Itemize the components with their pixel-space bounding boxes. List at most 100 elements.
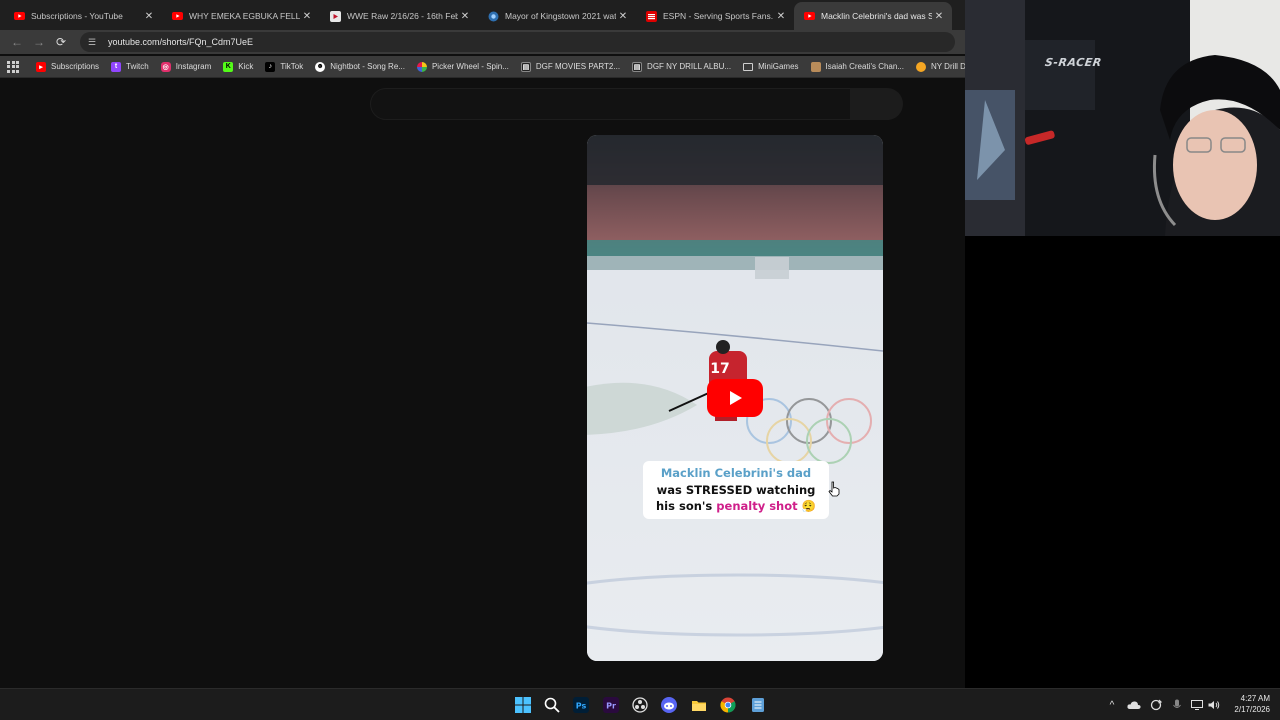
- bookmark-label: Subscriptions: [51, 62, 100, 71]
- bookmark-label: TikTok: [280, 62, 304, 71]
- tab-title: ESPN - Serving Sports Fans. An: [663, 11, 774, 21]
- notepad-icon[interactable]: [748, 695, 768, 715]
- bookmark-dgf-drill[interactable]: ▤ DGF NY DRILL ALBU...: [632, 61, 732, 72]
- close-icon[interactable]: ✕: [932, 11, 946, 22]
- tab-emeka[interactable]: WHY EMEKA EGBUKA FELL OFF ✕: [162, 2, 320, 30]
- bookmark-label: MiniGames: [758, 62, 799, 71]
- system-clock[interactable]: 4:27 AM 2/17/2026: [1234, 693, 1270, 715]
- bookmark-kick[interactable]: K Kick: [223, 61, 254, 72]
- video-icon: [330, 10, 341, 22]
- site-info-icon[interactable]: ☰: [88, 37, 100, 48]
- search-button[interactable]: [850, 88, 903, 120]
- clock-date: 2/17/2026: [1234, 705, 1270, 714]
- bookmark-label: DGF MOVIES PART2...: [535, 62, 621, 71]
- video-caption: Macklin Celebrini's dad was STRESSED wat…: [643, 461, 829, 519]
- youtube-icon: ▸: [36, 61, 46, 72]
- obs-icon[interactable]: [630, 695, 650, 715]
- bookmark-label: Instagram: [175, 62, 212, 71]
- search-icon[interactable]: [542, 695, 562, 715]
- kick-icon: K: [223, 61, 234, 72]
- tab-strip: Subscriptions - YouTube ✕ WHY EMEKA EGBU…: [0, 0, 965, 30]
- tab-subscriptions[interactable]: Subscriptions - YouTube ✕: [4, 2, 162, 30]
- close-icon[interactable]: ✕: [774, 11, 788, 22]
- bulb-icon: [915, 61, 926, 72]
- chrome-window: Subscriptions - YouTube ✕ WHY EMEKA EGBU…: [0, 0, 965, 688]
- close-icon[interactable]: ✕: [616, 11, 630, 22]
- photoshop-icon[interactable]: Ps: [571, 695, 591, 715]
- bookmark-label: Twitch: [126, 62, 149, 71]
- bookmark-minigames[interactable]: MiniGames: [743, 62, 799, 71]
- microphone-icon[interactable]: [1170, 697, 1184, 713]
- close-icon[interactable]: ✕: [458, 11, 472, 22]
- play-button[interactable]: [707, 379, 763, 417]
- bookmark-label: Kick: [238, 62, 254, 71]
- youtube-icon: [804, 11, 815, 22]
- headset-text: S-RACER: [1044, 56, 1103, 69]
- caption-highlight-name: Macklin Celebrini's dad: [660, 466, 812, 480]
- bookmark-instagram[interactable]: ◎ Instagram: [160, 61, 212, 72]
- tab-kingstown[interactable]: Mayor of Kingstown 2021 watc ✕: [478, 2, 636, 30]
- channel-icon: [810, 61, 821, 72]
- url-text: youtube.com/shorts/FQn_Cdm7UeE: [108, 37, 254, 47]
- file-explorer-icon[interactable]: [689, 695, 709, 715]
- onedrive-icon[interactable]: [1126, 697, 1142, 713]
- bookmarks-bar: ▸ Subscriptions t Twitch ◎ Instagram K Kick …: [0, 56, 965, 78]
- bookmark-ny-drill[interactable]: NY Drill Deads Qu: [915, 61, 965, 72]
- bookmark-label: Nightbot - Song Re...: [330, 62, 405, 71]
- webcam-overlay: S-RACER: [965, 0, 1280, 236]
- tab-title: Subscriptions - YouTube: [31, 11, 123, 21]
- bookmark-label: Isaiah Creati's Chan...: [825, 62, 904, 71]
- youtube-icon: [14, 11, 25, 22]
- forward-button[interactable]: →: [28, 32, 50, 52]
- webcam-feed: [965, 0, 1280, 236]
- bookmark-picker-wheel[interactable]: Picker Wheel - Spin...: [416, 61, 509, 72]
- address-bar[interactable]: ☰ youtube.com/shorts/FQn_Cdm7UeE: [80, 32, 955, 52]
- bookmark-dgf-movies[interactable]: ▤ DGF MOVIES PART2...: [520, 61, 621, 72]
- clock-time: 4:27 AM: [1240, 694, 1270, 703]
- wheel-icon: [416, 61, 427, 72]
- close-icon[interactable]: ✕: [142, 11, 156, 22]
- youtube-icon: [172, 11, 183, 22]
- chrome-icon[interactable]: [718, 695, 738, 715]
- bookmark-isaiah[interactable]: Isaiah Creati's Chan...: [810, 61, 904, 72]
- monitor-icon[interactable]: [1190, 697, 1204, 713]
- play-icon: [730, 391, 742, 405]
- jersey-number: 17: [710, 361, 729, 377]
- tab-title: Mayor of Kingstown 2021 watc: [505, 11, 616, 21]
- bookmark-subscriptions[interactable]: ▸ Subscriptions: [36, 61, 100, 72]
- reload-button[interactable]: ⟳: [50, 32, 72, 52]
- bookmark-label: DGF NY DRILL ALBU...: [647, 62, 732, 71]
- close-icon[interactable]: ✕: [300, 11, 314, 22]
- caption-emoji: 😮‍💨: [801, 499, 816, 513]
- discord-icon[interactable]: [659, 695, 679, 715]
- tab-celebrini[interactable]: Macklin Celebrini's dad was STR ✕: [794, 2, 952, 30]
- doc-icon: ▤: [520, 61, 531, 72]
- desktop-screen: Subscriptions - YouTube ✕ WHY EMEKA EGBU…: [0, 0, 1280, 720]
- hand-cursor-icon: [828, 481, 840, 497]
- bookmark-label: NY Drill Deads Qu: [930, 62, 965, 71]
- windows-start-icon[interactable]: [513, 695, 533, 715]
- volume-icon[interactable]: [1207, 697, 1221, 713]
- premiere-icon[interactable]: Pr: [601, 695, 621, 715]
- apps-grid-icon[interactable]: [6, 60, 20, 74]
- back-button[interactable]: ←: [6, 32, 28, 52]
- nightbot-icon: ☻: [315, 61, 326, 72]
- bookmark-tiktok[interactable]: ♪ TikTok: [265, 61, 304, 72]
- tab-espn[interactable]: ESPN - Serving Sports Fans. An ✕: [636, 2, 794, 30]
- shorts-video-player[interactable]: 17 Macklin Celebrini's dad was STRESSED …: [587, 135, 883, 661]
- search-input[interactable]: [370, 88, 850, 120]
- folder-icon: [743, 62, 754, 71]
- windows-taskbar: Ps Pr ^ 4:27 AM 2/17/2026: [0, 688, 1280, 720]
- instagram-icon: ◎: [160, 61, 171, 72]
- svg-text:Pr: Pr: [606, 702, 616, 711]
- tab-title: Macklin Celebrini's dad was STR: [821, 11, 932, 21]
- bookmark-twitch[interactable]: t Twitch: [111, 61, 149, 72]
- sync-icon[interactable]: [1148, 697, 1164, 713]
- bookmark-nightbot[interactable]: ☻ Nightbot - Song Re...: [315, 61, 405, 72]
- youtube-shorts-page: 17 Macklin Celebrini's dad was STRESSED …: [0, 79, 965, 688]
- doc-icon: ▤: [632, 61, 643, 72]
- espn-icon: [646, 10, 657, 22]
- chevron-up-icon[interactable]: ^: [1106, 697, 1118, 713]
- caption-highlight-shot: penalty shot: [716, 499, 798, 513]
- tab-wwe[interactable]: WWE Raw 2/16/26 - 16th Febru ✕: [320, 2, 478, 30]
